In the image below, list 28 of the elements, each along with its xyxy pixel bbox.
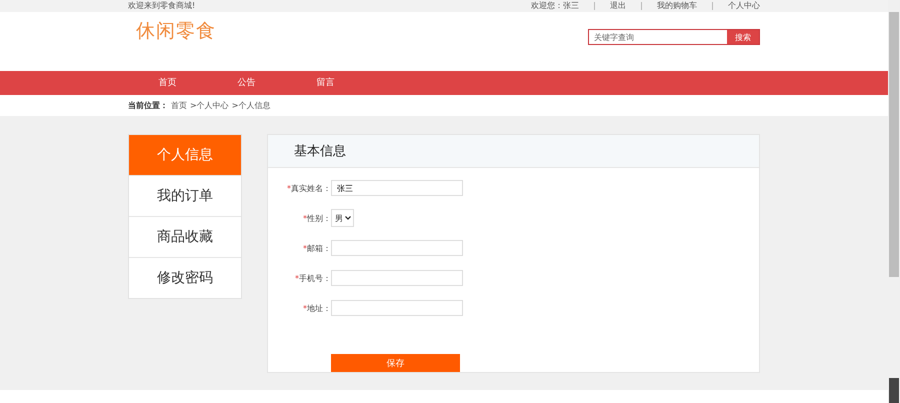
field-label: *邮箱：: [302, 242, 331, 254]
field-label: *手机号：: [294, 272, 331, 284]
top-link[interactable]: 个人中心: [712, 2, 760, 10]
nav-link[interactable]: 公告: [207, 71, 286, 95]
scrollbar[interactable]: [888, 0, 900, 403]
input-field[interactable]: [331, 300, 463, 316]
input-field[interactable]: 张三: [331, 180, 463, 196]
input-field[interactable]: [331, 270, 463, 286]
field-label: *真实姓名：: [286, 182, 331, 194]
search-button[interactable]: 搜索: [727, 30, 759, 44]
welcome-text: 欢迎来到零食商城!: [128, 0, 196, 12]
field-label: *地址：: [302, 302, 331, 314]
nav-link[interactable]: 首页: [128, 71, 207, 95]
search-field[interactable]: 关键字查询 搜索: [588, 29, 760, 45]
top-link[interactable]: 我的购物车: [641, 2, 712, 10]
top-link[interactable]: 欢迎您：张三: [516, 2, 594, 10]
top-link[interactable]: 退出: [594, 2, 641, 10]
panel-title: 基本信息: [294, 143, 346, 160]
breadcrumb-link[interactable]: >个人信息: [232, 100, 270, 111]
nav-link[interactable]: 留言: [286, 71, 365, 95]
field-label: *性别：: [302, 212, 331, 224]
breadcrumb-link[interactable]: 首页: [171, 100, 187, 111]
breadcrumb-link[interactable]: >个人中心: [190, 100, 229, 111]
input-field[interactable]: [331, 240, 463, 256]
breadcrumb-label: 当前位置：: [128, 100, 168, 111]
chevron-down-icon: [345, 216, 351, 220]
select-field[interactable]: 男: [331, 209, 354, 227]
scrollbar-thumb[interactable]: [889, 12, 899, 277]
